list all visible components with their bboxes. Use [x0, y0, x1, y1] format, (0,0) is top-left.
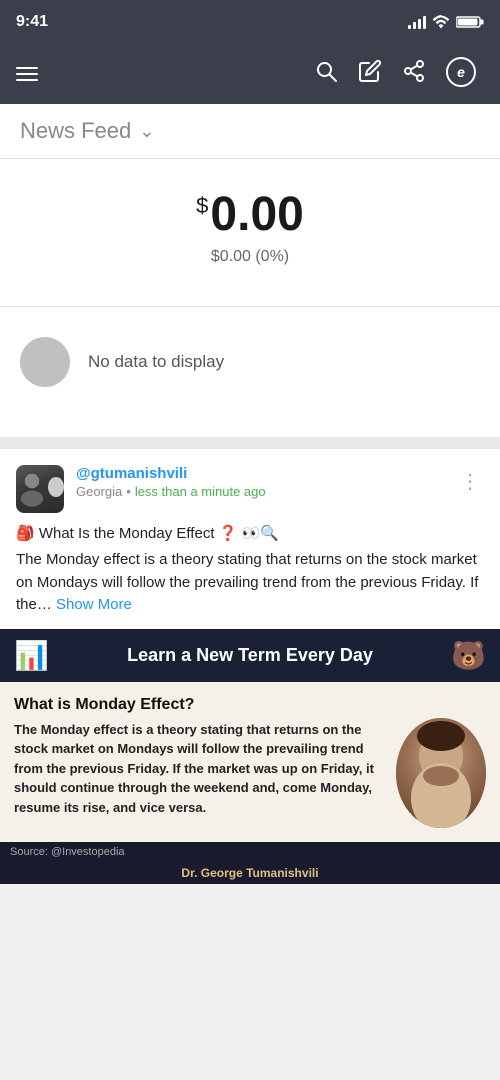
portfolio-section: $0.00 $0.00 (0%) — [0, 159, 500, 307]
status-time: 9:41 — [16, 13, 48, 31]
post-image: 📊 Learn a New Term Every Day 🐻 What is M… — [0, 629, 500, 884]
feed-title: News Feed — [20, 118, 131, 144]
banner-right-icon: 🐻 — [451, 639, 486, 672]
banner-left-icon: 📊 — [14, 639, 49, 672]
signal-icon — [408, 15, 426, 29]
avatar-image — [16, 465, 64, 513]
image-heading: What is Monday Effect? — [14, 696, 384, 714]
post-time: less than a minute ago — [135, 484, 266, 499]
image-content: What is Monday Effect? The Monday effect… — [0, 682, 500, 842]
wifi-icon — [432, 15, 450, 29]
banner-text: Learn a New Term Every Day — [59, 645, 441, 666]
svg-text:e: e — [457, 64, 465, 80]
image-banner: 📊 Learn a New Term Every Day 🐻 — [0, 629, 500, 682]
section-gap — [0, 437, 500, 449]
post-meta: Georgia • less than a minute ago — [76, 484, 266, 499]
edit-button[interactable] — [350, 51, 390, 97]
share-button[interactable] — [394, 51, 434, 97]
post-header: @gtumanishvili Georgia • less than a min… — [16, 465, 484, 513]
currency-sign: $ — [196, 193, 208, 218]
chevron-down-icon[interactable]: ⌄ — [139, 121, 154, 142]
post-content: 🎒 What Is the Monday Effect ❓ 👀🔍 The Mon… — [16, 523, 484, 629]
feed-header: News Feed ⌄ — [0, 104, 500, 159]
post-menu-button[interactable]: ⋮ — [456, 465, 484, 498]
post-image-avatar — [396, 718, 486, 828]
status-icons — [408, 15, 484, 29]
battery-icon — [456, 15, 484, 29]
portfolio-change: $0.00 (0%) — [20, 248, 480, 266]
menu-button[interactable] — [16, 67, 38, 81]
post-title: 🎒 What Is the Monday Effect ❓ 👀🔍 — [16, 523, 484, 546]
post-header-left: @gtumanishvili Georgia • less than a min… — [16, 465, 266, 513]
image-text-block: What is Monday Effect? The Monday effect… — [14, 696, 384, 818]
profile-logo-button[interactable]: e — [438, 49, 484, 99]
navbar-actions: e — [306, 49, 484, 99]
source-label: Source: @Investopedia — [10, 846, 125, 858]
post-username[interactable]: @gtumanishvili — [76, 465, 266, 482]
image-source: Source: @Investopedia — [0, 842, 500, 862]
status-bar: 9:41 — [0, 0, 500, 44]
navbar: e — [0, 44, 500, 104]
no-data-icon — [20, 337, 70, 387]
avatar — [16, 465, 64, 513]
meta-dot: • — [126, 484, 131, 499]
portfolio-value: $0.00 — [20, 189, 480, 242]
avatar-inner — [396, 718, 486, 828]
post-user-info: @gtumanishvili Georgia • less than a min… — [76, 465, 266, 499]
post-card: @gtumanishvili Georgia • less than a min… — [0, 449, 500, 629]
post-location: Georgia — [76, 484, 122, 499]
dr-name: Dr. George Tumanishvili — [0, 862, 500, 884]
no-data-text: No data to display — [88, 352, 224, 372]
show-more-button[interactable]: Show More — [56, 596, 132, 613]
search-button[interactable] — [306, 51, 346, 97]
no-data-section: No data to display — [0, 307, 500, 437]
image-body: The Monday effect is a theory stating th… — [14, 720, 384, 818]
